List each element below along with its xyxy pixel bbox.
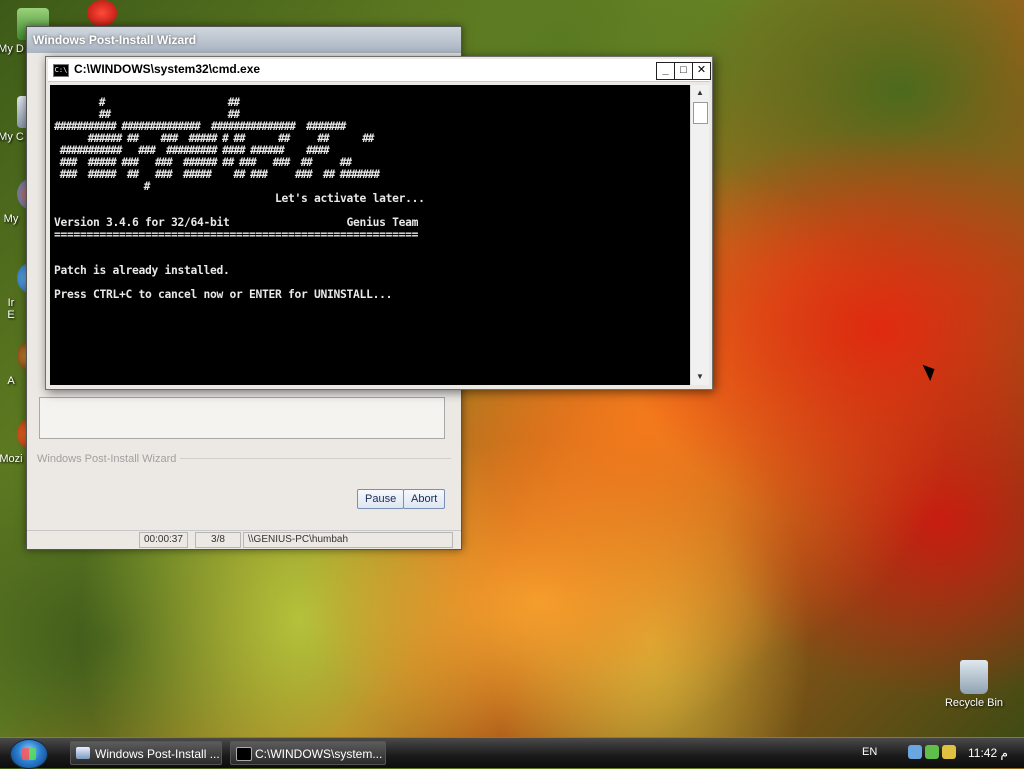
desktop-icon-label: Mozi <box>0 453 23 465</box>
scroll-up-icon[interactable]: ▲ <box>691 85 709 101</box>
ascii-art-banner: # ## ## ## ########### ############## ##… <box>54 96 380 193</box>
console-line: ========================================… <box>54 228 419 241</box>
wizard-group: Windows Post-Install Wizard <box>37 451 451 465</box>
scroll-down-icon[interactable]: ▼ <box>691 369 709 385</box>
cmd-titlebar[interactable]: C:\ C:\WINDOWS\system32\cmd.exe _ □ ✕ <box>48 59 711 82</box>
console-line: Patch is already installed. <box>54 264 230 277</box>
taskbar-item-cmd[interactable]: C:\WINDOWS\system... <box>230 741 386 765</box>
language-indicator[interactable]: EN <box>862 746 877 758</box>
system-tray <box>908 745 956 759</box>
wizard-titlebar[interactable]: Windows Post-Install Wizard <box>27 27 461 53</box>
taskbar: Windows Post-Install ... C:\WINDOWS\syst… <box>0 737 1024 769</box>
wizard-frame <box>39 397 445 439</box>
recycle-bin-icon <box>960 660 988 694</box>
wizard-group-label: Windows Post-Install Wizard <box>37 453 181 465</box>
desktop-icon-recycle-bin[interactable]: Recycle Bin <box>938 660 1010 709</box>
minimize-button[interactable]: _ <box>656 62 675 80</box>
desktop-icon-label: My D <box>0 43 24 55</box>
taskbar-item-wizard[interactable]: Windows Post-Install ... <box>70 741 222 765</box>
desktop-icon-top-app[interactable] <box>82 0 122 29</box>
status-elapsed: 00:00:37 <box>139 532 188 548</box>
app-icon <box>87 0 117 26</box>
wizard-statusbar: 00:00:37 3/8 \\GENIUS-PC\humbah <box>27 530 461 549</box>
network-tray-icon[interactable] <box>908 745 922 759</box>
cmd-icon <box>236 747 252 761</box>
wizard-icon <box>76 747 90 759</box>
desktop-icon-label: My C <box>0 131 24 143</box>
console-line: Let's activate later... <box>54 192 425 205</box>
desktop-icon-label: My <box>3 213 19 225</box>
cmd-window[interactable]: C:\ C:\WINDOWS\system32\cmd.exe _ □ ✕ # … <box>45 56 713 390</box>
scroll-thumb[interactable] <box>693 102 708 124</box>
recycle-bin-label: Recycle Bin <box>944 697 1004 709</box>
abort-button[interactable]: Abort <box>403 489 446 509</box>
close-button[interactable]: ✕ <box>692 62 711 80</box>
desktop-icon-label: A <box>7 375 15 387</box>
maximize-button[interactable]: □ <box>674 62 693 80</box>
cmd-title: C:\WINDOWS\system32\cmd.exe <box>74 62 261 76</box>
status-machine: \\GENIUS-PC\humbah <box>243 532 453 548</box>
status-step: 3/8 <box>195 532 241 548</box>
taskbar-item-label: C:\WINDOWS\system... <box>255 747 383 761</box>
console-output[interactable]: # ## ## ## ########### ############## ##… <box>50 85 690 385</box>
console-line: Press CTRL+C to cancel now or ENTER for … <box>54 288 393 301</box>
start-button[interactable] <box>10 739 48 769</box>
mouse-cursor-icon <box>922 360 939 382</box>
desktop-icon-label: Ir E <box>7 297 15 321</box>
console-scrollbar[interactable]: ▲ ▼ <box>690 85 709 385</box>
security-tray-icon[interactable] <box>925 745 939 759</box>
taskbar-item-label: Windows Post-Install ... <box>95 747 220 761</box>
pause-button[interactable]: Pause <box>357 489 405 509</box>
cmd-app-icon: C:\ <box>53 64 69 77</box>
volume-tray-icon[interactable] <box>942 745 956 759</box>
clock[interactable]: 11:42 م <box>968 746 1008 760</box>
